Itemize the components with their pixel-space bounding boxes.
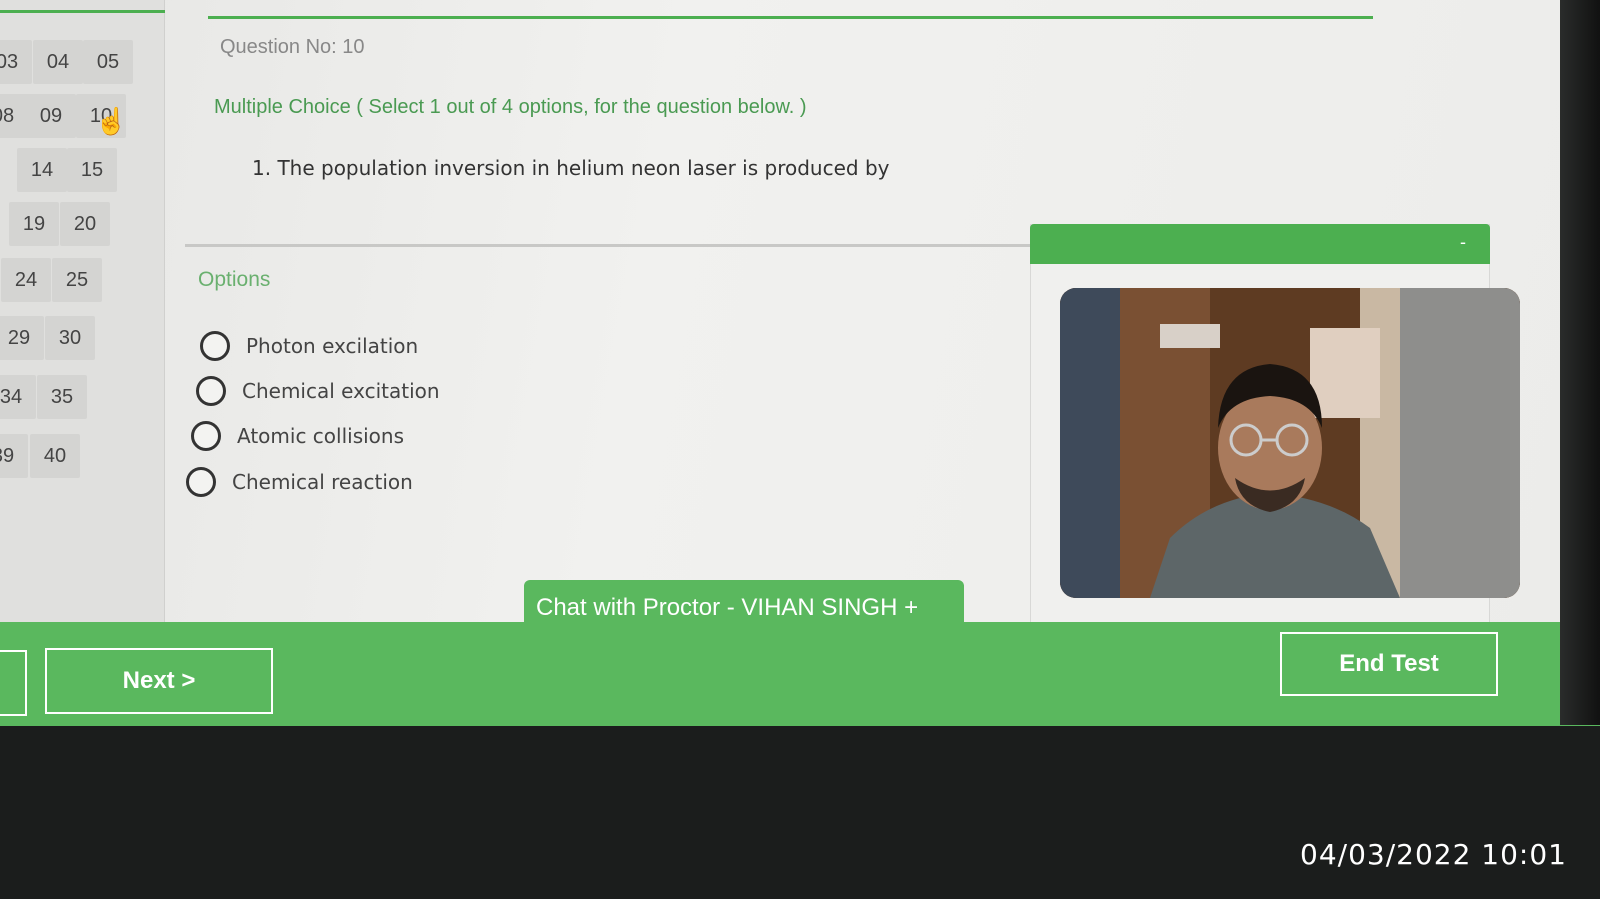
question-text: 1. The population inversion in helium ne… [252, 156, 890, 180]
option-label: Chemical reaction [232, 470, 413, 494]
question-number-button[interactable]: 19 [9, 202, 59, 246]
photo-of-monitor: 03 04 05 08 09 10 14 15 19 20 24 25 29 3… [0, 0, 1600, 899]
question-number-button[interactable]: 09 [26, 94, 76, 138]
question-number-button[interactable]: 34 [0, 375, 36, 419]
question-palette: 03 04 05 08 09 10 14 15 19 20 24 25 29 3… [0, 0, 165, 640]
question-number-button[interactable]: 25 [52, 258, 102, 302]
content-divider [208, 16, 1373, 19]
hand-pointer-icon: ☝ [95, 106, 128, 136]
next-button[interactable]: Next > [45, 648, 273, 714]
chat-with-proctor-button[interactable]: Chat with Proctor - VIHAN SINGH + [524, 580, 964, 636]
question-divider [185, 244, 1030, 247]
radio-button[interactable] [186, 467, 216, 497]
option-label: Chemical excitation [242, 379, 440, 403]
radio-button[interactable] [196, 376, 226, 406]
option-label: Atomic collisions [237, 424, 405, 448]
monitor-bezel [1560, 0, 1600, 725]
webcam-video [1060, 288, 1520, 598]
question-number-button[interactable]: 04 [33, 40, 83, 84]
question-number-button[interactable]: 14 [17, 148, 67, 192]
question-number-button[interactable]: 39 [0, 434, 28, 478]
question-number-button[interactable]: 15 [67, 148, 117, 192]
option-label: Photon excilation [246, 334, 419, 358]
photo-timestamp: 04/03/2022 10:01 [1300, 838, 1567, 871]
question-number-button[interactable]: 05 [83, 40, 133, 84]
option-3[interactable]: Atomic collisions [191, 421, 404, 451]
question-number-label: Question No: 10 [220, 36, 365, 58]
options-heading: Options [198, 268, 271, 291]
option-1[interactable]: Photon excilation [200, 331, 418, 361]
option-2[interactable]: Chemical excitation [196, 376, 440, 406]
question-number-button[interactable]: 40 [30, 434, 80, 478]
question-type-label: Multiple Choice ( Select 1 out of 4 opti… [214, 96, 807, 118]
question-number-button[interactable]: 35 [37, 375, 87, 419]
palette-divider [0, 10, 165, 13]
previous-button[interactable] [0, 650, 27, 716]
question-number-button[interactable]: 08 [0, 94, 28, 138]
question-number-button[interactable]: 30 [45, 316, 95, 360]
radio-button[interactable] [200, 331, 230, 361]
minimize-button[interactable]: - [1460, 232, 1466, 253]
question-number-button[interactable]: 24 [1, 258, 51, 302]
webcam-feed-image [1060, 288, 1520, 598]
radio-button[interactable] [191, 421, 221, 451]
option-4[interactable]: Chemical reaction [186, 467, 413, 497]
question-number-button[interactable]: 20 [60, 202, 110, 246]
exam-screen: 03 04 05 08 09 10 14 15 19 20 24 25 29 3… [0, 0, 1600, 726]
question-number-button[interactable]: 03 [0, 40, 32, 84]
question-number-button[interactable]: 29 [0, 316, 44, 360]
end-test-button[interactable]: End Test [1280, 632, 1498, 696]
webcam-header: - [1030, 224, 1490, 264]
